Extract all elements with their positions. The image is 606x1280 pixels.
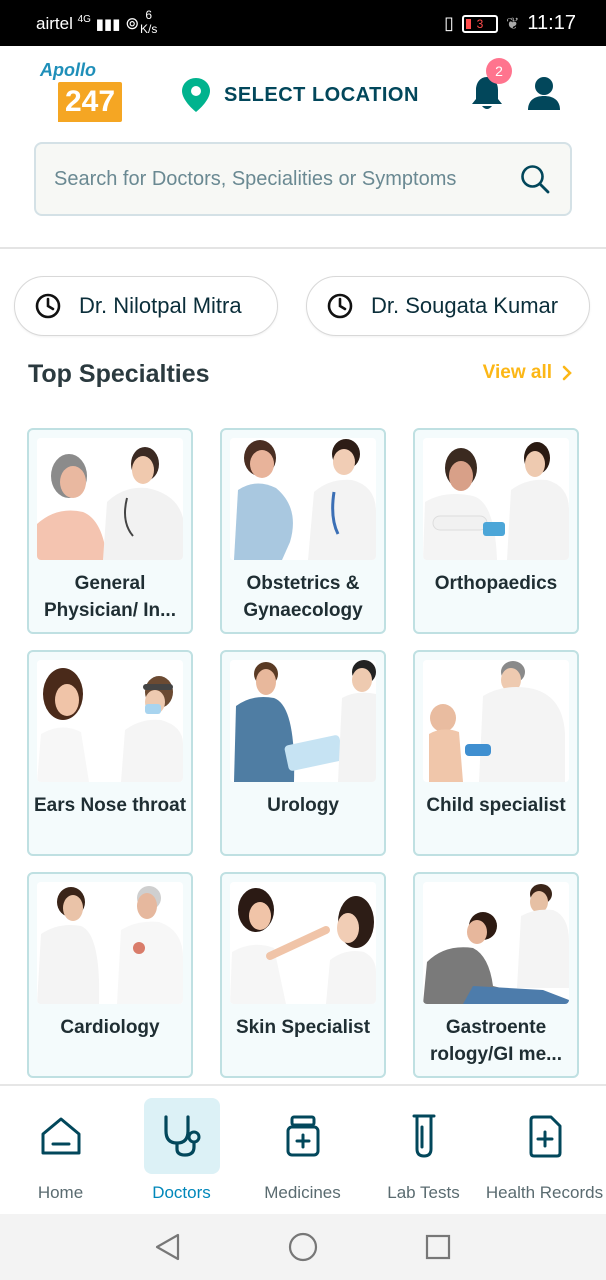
recent-doctor-name: Dr. Sougata Kumar (371, 293, 559, 318)
nav-icon-container (23, 1098, 99, 1174)
nav-medicines[interactable]: Medicines (242, 1086, 363, 1216)
test-tube-icon (412, 1114, 435, 1158)
recent-doctor-chip[interactable]: Dr. Nilotpal Mitra (14, 276, 278, 336)
nav-label: Medicines (264, 1183, 341, 1202)
status-right: ▯ 3 ❦ 11:17 (444, 12, 576, 35)
view-all-label: View all (482, 362, 552, 383)
bottom-navigation: Home Doctors Medicines Lab Tests Health … (0, 1084, 606, 1214)
nav-icon-container (265, 1098, 341, 1174)
recent-doctors: Dr. Nilotpal Mitra Dr. Sougata Kumar (14, 276, 590, 336)
home-button-icon[interactable] (288, 1232, 318, 1262)
clock-icon (35, 293, 61, 319)
select-location-button[interactable]: SELECT LOCATION (182, 78, 419, 112)
carrier-label: airtel 4G ▮▮▮ ⊚ (36, 14, 139, 34)
search-input[interactable] (54, 144, 474, 214)
clock-time: 11:17 (527, 12, 576, 34)
battery-level: 3 (476, 16, 484, 31)
status-bar: airtel 4G ▮▮▮ ⊚ 6 K/s ▯ 3 ❦ 11:17 (0, 0, 606, 46)
specialty-label: Ears Nose throat (33, 795, 187, 816)
health-record-icon (529, 1115, 561, 1158)
chevron-right-icon (562, 365, 572, 381)
skin-exam-photo (230, 882, 376, 1004)
specialty-card[interactable]: Ears Nose throat (27, 650, 193, 856)
location-label: SELECT LOCATION (224, 83, 419, 106)
specialty-label: Urology (267, 795, 339, 816)
specialty-label: General Physician/ In... (44, 573, 176, 621)
speed-value: 6 (145, 8, 153, 22)
nav-label: Doctors (152, 1183, 211, 1202)
app-header: Apollo 247 SELECT LOCATION 2 (0, 46, 606, 249)
specialty-card[interactable]: Orthopaedics (413, 428, 579, 634)
specialties-header: Top Specialties View all (28, 360, 572, 392)
specialty-card[interactable]: Obstetrics & Gynaecology (220, 428, 386, 634)
pregnant-patient-photo (230, 438, 376, 560)
nav-home[interactable]: Home (0, 1086, 121, 1216)
ent-exam-photo (37, 660, 183, 782)
specialty-label: Child specialist (426, 795, 566, 816)
nav-icon-container (386, 1098, 462, 1174)
nav-label: Home (37, 1183, 84, 1202)
recent-doctor-name: Dr. Nilotpal Mitra (79, 293, 242, 318)
specialty-card[interactable]: Skin Specialist (220, 872, 386, 1078)
search-bar[interactable] (34, 142, 572, 216)
nav-icon-container (143, 1098, 220, 1174)
specialty-label: Obstetrics & Gynaecology (243, 573, 363, 621)
home-icon (41, 1117, 80, 1155)
leaf-icon: ❦ (506, 15, 520, 33)
heart-checkup-photo (37, 882, 183, 1004)
nav-icon-container (507, 1098, 583, 1174)
stomach-pain-photo (423, 882, 569, 1004)
doctor-patient-photo (37, 438, 183, 560)
location-pin-icon (182, 78, 210, 112)
urology-consult-photo (230, 660, 376, 782)
specialty-card[interactable]: General Physician/ In... (27, 428, 193, 634)
vibrate-icon: ▯ (444, 13, 455, 33)
medicine-bottle-icon (286, 1115, 319, 1157)
network-type: 4G (77, 14, 91, 25)
specialty-card[interactable]: Child specialist (413, 650, 579, 856)
specialty-card[interactable]: Urology (220, 650, 386, 856)
stethoscope-icon (163, 1115, 200, 1157)
recent-doctor-chip[interactable]: Dr. Sougata Kumar (306, 276, 590, 336)
nav-lab-tests[interactable]: Lab Tests (363, 1086, 484, 1216)
apollo-logo[interactable]: Apollo 247 (38, 60, 128, 126)
back-icon[interactable] (154, 1233, 182, 1261)
notification-badge: 2 (486, 58, 512, 84)
view-all-link[interactable]: View all (483, 362, 572, 384)
nav-label: Lab Tests (387, 1183, 460, 1202)
network-speed: 6 K/s (140, 8, 157, 36)
signal-icon: ▮▮▮ (95, 16, 121, 33)
specialty-label: Skin Specialist (235, 1017, 371, 1038)
specialty-label: Orthopaedics (434, 573, 558, 594)
system-navigation-bar (0, 1214, 606, 1280)
specialty-card[interactable]: Cardiology (27, 872, 193, 1078)
section-title: Top Specialties (28, 360, 210, 388)
nav-doctors[interactable]: Doctors (121, 1086, 242, 1216)
arm-bandage-photo (423, 438, 569, 560)
carrier-name: airtel (36, 14, 73, 33)
hotspot-icon: ⊚ (125, 14, 140, 33)
specialty-card[interactable]: Gastroente rology/GI me... (413, 872, 579, 1078)
specialty-label: Cardiology (60, 1017, 160, 1038)
logo-247-badge: 247 (58, 82, 122, 122)
specialty-label: Gastroente rology/GI me... (430, 1017, 562, 1065)
profile-icon[interactable] (526, 76, 562, 112)
recents-icon[interactable] (425, 1234, 451, 1260)
clock-icon (327, 293, 353, 319)
search-icon[interactable] (520, 164, 550, 194)
nav-health-records[interactable]: Health Records (484, 1086, 605, 1216)
logo-apollo-text: Apollo (40, 60, 96, 80)
speed-unit: K/s (140, 22, 158, 36)
nav-label: Health Records (485, 1183, 604, 1202)
battery-icon: 3 (462, 14, 499, 33)
baby-checkup-photo (423, 660, 569, 782)
